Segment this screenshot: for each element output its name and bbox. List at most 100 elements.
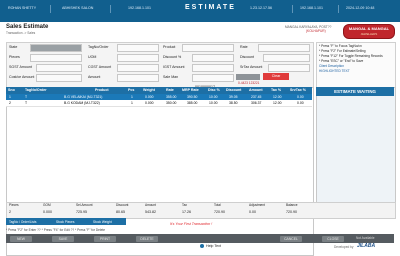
col-header: Product [95, 88, 109, 92]
pieces-input[interactable] [30, 54, 82, 62]
highlight-link[interactable]: HIGHLIGHTED TEXT [319, 69, 350, 73]
total-value: 0.000 [43, 210, 52, 214]
total-value: 720.90 [286, 210, 297, 214]
product-input[interactable] [182, 44, 234, 52]
rate-input[interactable] [258, 44, 310, 52]
brand-name: MANGAL & MANGAL [348, 26, 390, 31]
amount-input[interactable] [117, 74, 159, 82]
salesman-input[interactable]: 0010000017 [192, 74, 234, 89]
discount-pct-label: Discount % [163, 55, 182, 59]
topbar-separator [110, 5, 111, 13]
uom-input[interactable] [117, 54, 159, 62]
window-title: ESTIMATE [185, 4, 236, 11]
cell-amount: 237.45 [251, 95, 262, 99]
col-header: Weight [143, 88, 155, 92]
total-label: Balance [286, 203, 298, 207]
cost-input[interactable] [36, 74, 82, 82]
total-value: 543.82 [145, 210, 156, 214]
total-value: 80.65 [116, 210, 125, 214]
cell-mrp: 385.00 [187, 101, 198, 105]
col-header: Rate [166, 88, 174, 92]
cell-tax: 12.00 [273, 95, 282, 99]
cell-srvtax: 0.00 [297, 95, 304, 99]
help-line: * Press "F12" For Toggle Remaining Recor… [319, 54, 383, 58]
cell-weight: 0.000 [145, 95, 154, 99]
srtax-input[interactable] [268, 64, 310, 72]
cell-tax: 12.00 [273, 101, 282, 105]
cancel-button[interactable]: CANCEL [280, 235, 302, 242]
salesman-label: Sale Man [163, 75, 179, 79]
col-header: TagNo/Order [25, 88, 47, 92]
save-button[interactable]: SAVE [52, 235, 74, 242]
salesman-name-field[interactable] [236, 74, 260, 80]
help-icon[interactable] [200, 244, 204, 248]
topbar-ip2: 192.168.1.101 [300, 6, 323, 10]
cell-weight: 0.000 [145, 101, 154, 105]
product-label: Product [163, 45, 176, 49]
client-description-link[interactable]: Client Description [319, 64, 344, 68]
close-button[interactable]: CLOSE [322, 235, 344, 242]
sgst-label: SGST Amount [9, 65, 32, 69]
topbar-separator [50, 5, 51, 13]
col-header: Sno [8, 88, 15, 92]
state-field[interactable]: MAHARASHTRA [30, 44, 82, 59]
availability-note: Not Available [356, 236, 375, 240]
uom-label: UOM [88, 55, 97, 59]
new-button[interactable]: NEW [10, 235, 32, 242]
col-header: Disc % [208, 88, 220, 92]
col-header: Pcs [128, 88, 135, 92]
topbar-user: ROHAN SHETTY [8, 6, 37, 10]
total-value: 725.95 [76, 210, 87, 214]
summary-label: Stock Weight [93, 219, 112, 224]
tag-label: TagNo/Order [88, 45, 109, 49]
igst-label: IGST Amount [163, 65, 185, 69]
topbar-branch: ABHISHEK SALON [62, 6, 94, 10]
igst-input[interactable] [192, 64, 234, 72]
summary-label: TagNo / Order/Lists [9, 219, 37, 224]
brand-sub: JEWELLERS [360, 32, 378, 36]
status-message: It's Your First Transaction ! [170, 222, 213, 226]
discount-pct-input[interactable] [192, 54, 234, 62]
total-value: 17.26 [182, 210, 191, 214]
cell-srvtax: 0.00 [297, 101, 304, 105]
total-label: Tax [182, 203, 187, 207]
barcode-code: 0-4423 123221 [238, 81, 260, 85]
topbar-separator [338, 5, 339, 13]
sgst-input[interactable] [36, 64, 82, 72]
cell-disc-pct: 10.00 [209, 101, 218, 105]
cell-product: B.G KODAM (MJ-T322) [64, 101, 100, 105]
location-city: (KOLHAPUR) [306, 29, 326, 33]
discount-input[interactable] [263, 54, 310, 62]
pieces-label: Pieces [9, 55, 20, 59]
topbar-datetime: 2024-12-09 10:48 [346, 6, 375, 10]
help-text[interactable]: Help Text [206, 244, 221, 248]
col-header: SrvTax % [290, 88, 306, 92]
clear-button[interactable]: Clear [263, 73, 289, 80]
topbar-separator [292, 5, 293, 13]
shortcut-hint: * Press "F2" for Enter ?? * Press "F4" f… [6, 228, 106, 232]
cell-pcs: 1 [131, 95, 133, 99]
tag-input[interactable] [117, 44, 159, 52]
state-label: State [9, 45, 18, 49]
cgst-input[interactable] [117, 64, 159, 72]
cell-sno: 1 [9, 95, 11, 99]
developed-by: Developed by [334, 245, 354, 249]
col-header: MRP Rate [182, 88, 199, 92]
cell-tag: T [25, 95, 28, 99]
total-label: Total [214, 203, 221, 207]
total-label: Amount [145, 203, 156, 207]
help-line: * Press "F2" For Estimate/Selling [319, 49, 366, 53]
totals-bar [6, 202, 396, 219]
delete-button[interactable]: DELETE [136, 235, 158, 242]
print-button[interactable]: PRINT [94, 235, 116, 242]
cell-mrp: 390.50 [187, 95, 198, 99]
grid-header [6, 87, 312, 94]
table-row[interactable] [6, 100, 312, 107]
cgst-label: CGST Amount [88, 65, 112, 69]
cell-amount: 306.37 [251, 101, 262, 105]
page-title: Sales Estimate [6, 24, 49, 30]
cell-tag: T [25, 101, 28, 105]
col-header: Amount [249, 88, 263, 92]
total-value: 720.90 [214, 210, 225, 214]
waiting-panel [316, 87, 396, 204]
